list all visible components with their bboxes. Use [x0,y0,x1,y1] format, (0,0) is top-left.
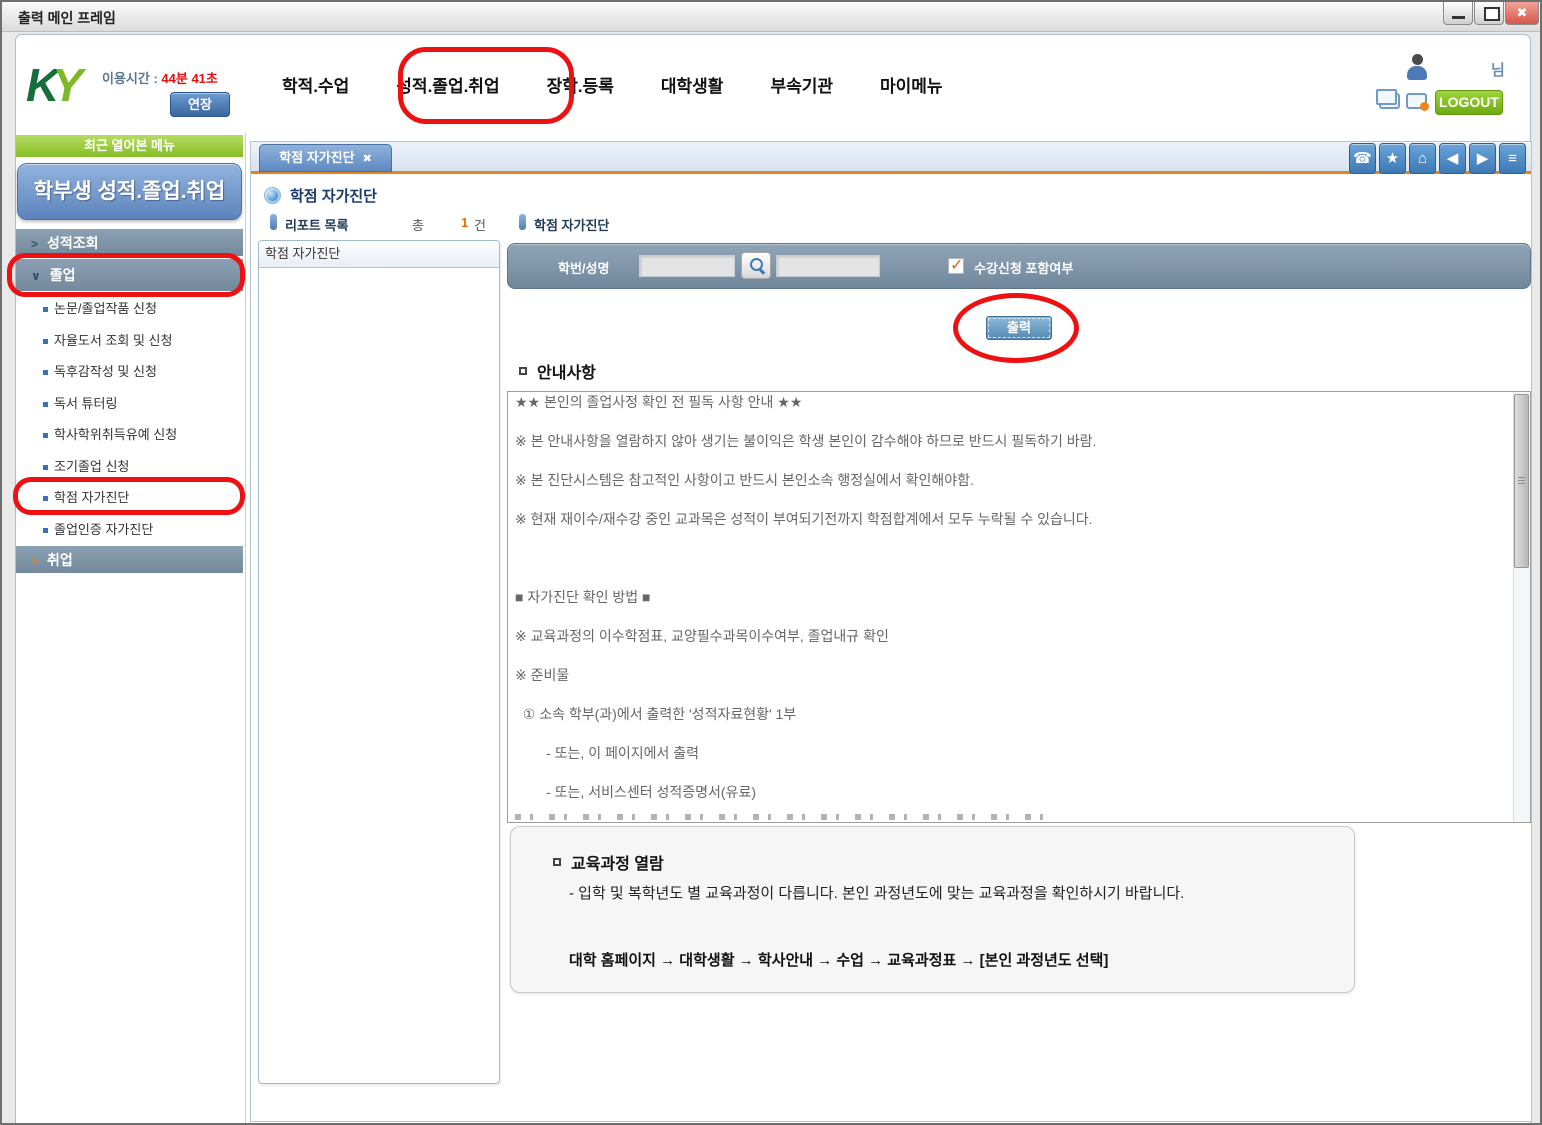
tab-credit-self-check[interactable]: 학점 자가진단✖ [259,144,392,172]
title-bar: 출력 메인 프레임 [2,2,1540,32]
user-name-suffix: 님 [1491,59,1505,80]
chevron-down-icon: ∨ [31,260,41,293]
nav-item-campus-life[interactable]: 대학생활 [661,72,724,97]
session-label: 이용시간 : [102,71,158,86]
square-bullet-icon [519,367,527,375]
report-list-label: 리포트 목록 [285,215,348,234]
report-list-panel: 학점 자가진단 [258,240,500,1084]
section-pill-icon [270,214,277,230]
sidebar-section-graduation[interactable]: ∨졸업 [16,259,243,292]
window-title: 출력 메인 프레임 [18,8,116,28]
panel-title: 학점 자가진단 [534,215,609,234]
notice-text: ★★ 본인의 졸업사정 확인 전 필독 사항 안내 ★★ ※ 본 안내사항을 열… [515,383,1485,812]
curriculum-section-header: 교육과정 열람 [553,850,664,874]
sidebar-item-free-books[interactable]: 자율도서 조회 및 신청 [16,325,243,357]
session-time: 이용시간 : 44분 41초 [102,68,218,87]
nav-item-scholarship[interactable]: 장학.등록 [547,72,614,97]
nav-item-haksuk[interactable]: 학적.수업 [282,72,349,97]
notice-line: ※ 본 진단시스템은 참고적인 사항이고 반드시 본인소속 행정실에서 확인해야… [515,461,1485,500]
menu-list-icon[interactable]: ≡ [1499,143,1526,174]
sidebar-item-thesis[interactable]: 논문/졸업작품 신청 [16,293,243,325]
curriculum-description: - 입학 및 복학년도 별 교육과정이 다릅니다. 본인 과정년도에 맞는 교육… [569,882,1184,903]
nav-item-facilities[interactable]: 부속기관 [770,72,833,97]
nav-item-mymenu[interactable]: 마이메뉴 [880,72,943,97]
sidebar-item-graduation-cert-check[interactable]: 졸업인증 자가진단 [16,514,243,546]
notice-line: - 또는, 서비스센터 성적증명서(유료) [515,773,1485,812]
close-icon: ✖ [1517,5,1528,20]
quick-toolbar: ☎ ★ ⌂ ◀ ▶ ≡ [1349,143,1526,174]
windows-icon[interactable] [1379,93,1400,109]
student-id-input[interactable] [639,255,735,277]
notice-line: ① 소속 학부(과)에서 출력한 '성적자료현황' 1부 [515,695,1485,734]
include-enrollment-checkbox[interactable]: ✓ [948,258,964,274]
page-title: 학점 자가진단 [290,185,377,206]
student-id-name-label: 학번/성명 [558,258,609,277]
report-list-item[interactable]: 학점 자가진단 [259,241,499,268]
app-window: 출력 메인 프레임 ✖ KY 이용시간 : 44분 41초 연장 학적.수업 성… [0,0,1542,1125]
notice-line: ■ 자가진단 확인 방법 ■ [515,578,1485,617]
notice-line: ★★ 본인의 졸업사정 확인 전 필독 사항 안내 ★★ [515,383,1485,422]
chevron-right-icon: > [31,230,38,258]
section-pill-icon [519,214,526,230]
curriculum-path: 대학 홈페이지 → 대학생활 → 학사안내 → 수업 → 교육과정표 → [본인… [569,949,1108,970]
tab-strip-accent-line [251,171,1531,174]
session-remaining: 44분 41초 [161,71,217,86]
square-bullet-icon [553,858,561,866]
notice-line: ※ 준비물 [515,656,1485,695]
sidebar-item-reading-tutoring[interactable]: 독서 튜터링 [16,388,243,420]
close-button[interactable]: ✖ [1505,2,1539,25]
university-logo: KY [26,58,76,112]
sidebar-graduation-submenu: 논문/졸업작품 신청 자율도서 조회 및 신청 독후감작성 및 신청 독서 튜터… [16,293,243,545]
clipped-text-line [515,814,1045,820]
sidebar-item-degree-deferral[interactable]: 학사학위취득유예 신청 [16,419,243,451]
notice-line [515,539,1485,578]
notice-line: ※ 본 안내사항을 열람하지 않아 생기는 불이익은 학생 본인이 감수해야 하… [515,422,1485,461]
sidebar-item-book-report[interactable]: 독후감작성 및 신청 [16,356,243,388]
notice-line: ※ 현재 재이수/재수강 중인 교과목은 성적이 부여되기전까지 학점합계에서 … [515,500,1485,539]
arrow-right-icon[interactable]: ▶ [1469,143,1496,174]
chevron-right-icon: > [31,547,38,575]
curriculum-heading: 교육과정 열람 [571,850,664,874]
notice-line: - 또는, 이 페이지에서 출력 [515,734,1485,773]
extend-session-button[interactable]: 연장 [170,92,230,117]
sidebar-section-employment[interactable]: >취업 [16,546,243,574]
bullet-target-icon [265,188,280,203]
popup-window-icon[interactable] [1406,93,1427,109]
nav-item-grades-graduation[interactable]: 성적.졸업.취업 [396,72,499,97]
logout-button[interactable]: LOGOUT [1435,90,1503,115]
recent-menu-header: 최근 열어본 메뉴 [16,135,243,157]
sidebar-item-credit-self-check[interactable]: 학점 자가진단 [16,482,243,514]
include-enrollment-label: 수강신청 포함여부 [974,258,1073,277]
tab-close-icon[interactable]: ✖ [363,153,372,165]
notice-heading: 안내사항 [537,359,596,383]
phone-icon[interactable]: ☎ [1349,143,1376,174]
student-name-input[interactable] [776,255,880,277]
sidebar-title: 학부생 성적.졸업.취업 [17,163,242,220]
search-button[interactable] [741,252,771,279]
count-unit: 건 [474,215,486,234]
page-header: 학점 자가진단 [265,185,377,206]
total-label: 총 [412,215,424,234]
sidebar-section-grades[interactable]: >성적조회 [16,229,243,257]
top-nav: 학적.수업 성적.졸업.취업 장학.등록 대학생활 부속기관 마이메뉴 [282,72,943,97]
sidebar-item-early-graduation[interactable]: 조기졸업 신청 [16,451,243,483]
tab-strip [251,142,1531,172]
maximize-button[interactable] [1474,2,1504,25]
star-icon[interactable]: ★ [1379,143,1406,174]
notice-section-header: 안내사항 [519,359,596,383]
search-icon [750,258,764,272]
notice-line: ※ 교육과정의 이수학점표, 교양필수과목이수여부, 졸업내규 확인 [515,617,1485,656]
user-icon [1406,54,1428,81]
report-count: 1 [461,215,468,230]
print-button[interactable]: 출력 [986,316,1052,340]
sidebar-divider [245,133,246,1125]
check-icon: ✓ [950,255,963,275]
minimize-button[interactable] [1443,2,1473,25]
arrow-left-icon[interactable]: ◀ [1439,143,1466,174]
home-icon[interactable]: ⌂ [1409,143,1436,174]
scrollbar-thumb[interactable] [1514,394,1529,568]
